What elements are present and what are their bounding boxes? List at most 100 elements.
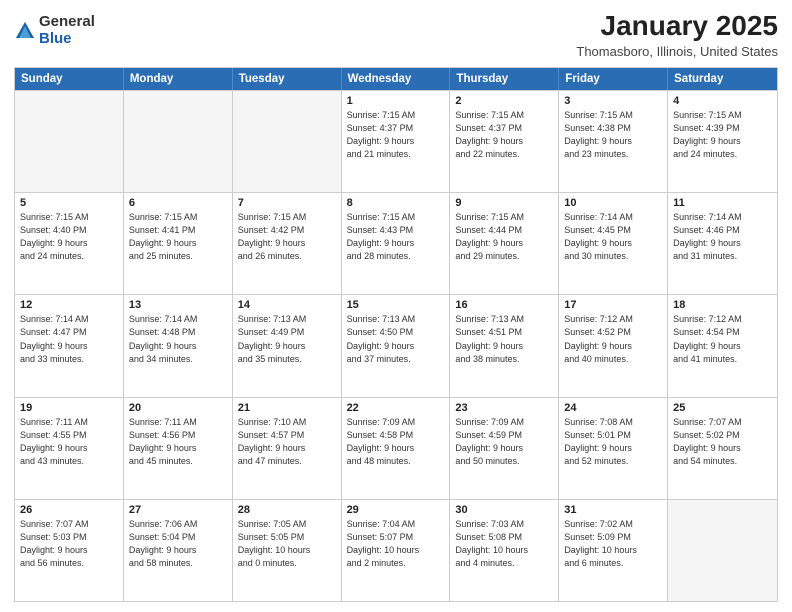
- cal-cell: 27 Sunrise: 7:06 AM Sunset: 5:04 PM Dayli…: [124, 500, 233, 601]
- header-friday: Friday: [559, 68, 668, 90]
- cell-info: Sunrise: 7:15 AM Sunset: 4:41 PM Dayligh…: [129, 211, 227, 263]
- cell-info: Sunrise: 7:13 AM Sunset: 4:49 PM Dayligh…: [238, 313, 336, 365]
- header-saturday: Saturday: [668, 68, 777, 90]
- cal-cell: 31Sunrise: 7:02 AM Sunset: 5:09 PM Dayli…: [559, 500, 668, 601]
- cal-cell: [233, 91, 342, 192]
- day-number: 22: [347, 402, 445, 414]
- cell-info: Sunrise: 7:15 AM Sunset: 4:37 PM Dayligh…: [347, 109, 445, 161]
- day-number: 17: [564, 299, 662, 311]
- main-title: January 2025: [576, 10, 778, 42]
- logo-icon: [14, 20, 36, 42]
- day-number: 8: [347, 197, 445, 209]
- cal-cell: 2Sunrise: 7:15 AM Sunset: 4:37 PM Daylig…: [450, 91, 559, 192]
- day-number: 20: [129, 402, 227, 414]
- cal-cell: [124, 91, 233, 192]
- cell-info: Sunrise: 7:02 AM Sunset: 5:09 PM Dayligh…: [564, 518, 662, 570]
- cal-cell: 13 Sunrise: 7:14 AM Sunset: 4:48 PM Dayli…: [124, 295, 233, 396]
- cal-cell: 3 Sunrise: 7:15 AM Sunset: 4:38 PM Daylig…: [559, 91, 668, 192]
- cell-info: Sunrise: 7:14 AM Sunset: 4:48 PM Dayligh…: [129, 313, 227, 365]
- cell-info: Sunrise: 7:09 AM Sunset: 4:59 PM Dayligh…: [455, 416, 553, 468]
- logo-general: General: [39, 14, 95, 31]
- cal-cell: 26Sunrise: 7:07 AM Sunset: 5:03 PM Dayli…: [15, 500, 124, 601]
- title-block: January 2025 Thomasboro, Illinois, Unite…: [576, 10, 778, 59]
- day-number: 4: [673, 95, 772, 107]
- cell-info: Sunrise: 7:03 AM Sunset: 5:08 PM Dayligh…: [455, 518, 553, 570]
- cal-cell: 19 Sunrise: 7:11 AM Sunset: 4:55 PM Dayli…: [15, 398, 124, 499]
- cell-info: Sunrise: 7:15 AM Sunset: 4:44 PM Dayligh…: [455, 211, 553, 263]
- cell-info: Sunrise: 7:14 AM Sunset: 4:45 PM Dayligh…: [564, 211, 662, 263]
- cal-cell: 8 Sunrise: 7:15 AM Sunset: 4:43 PM Daylig…: [342, 193, 451, 294]
- header-thursday: Thursday: [450, 68, 559, 90]
- logo: General Blue: [14, 14, 95, 47]
- subtitle: Thomasboro, Illinois, United States: [576, 44, 778, 59]
- page-container: General Blue January 2025 Thomasboro, Il…: [0, 0, 792, 612]
- day-number: 7: [238, 197, 336, 209]
- calendar: Sunday Monday Tuesday Wednesday Thursday…: [14, 67, 778, 602]
- cal-row-3: 19 Sunrise: 7:11 AM Sunset: 4:55 PM Dayli…: [15, 397, 777, 499]
- header: General Blue January 2025 Thomasboro, Il…: [14, 10, 778, 59]
- cell-info: Sunrise: 7:13 AM Sunset: 4:50 PM Dayligh…: [347, 313, 445, 365]
- cell-info: Sunrise: 7:14 AM Sunset: 4:46 PM Dayligh…: [673, 211, 772, 263]
- cal-cell: 20Sunrise: 7:11 AM Sunset: 4:56 PM Dayli…: [124, 398, 233, 499]
- day-number: 23: [455, 402, 553, 414]
- cell-info: Sunrise: 7:09 AM Sunset: 4:58 PM Dayligh…: [347, 416, 445, 468]
- day-number: 28: [238, 504, 336, 516]
- day-number: 12: [20, 299, 118, 311]
- day-number: 10: [564, 197, 662, 209]
- day-number: 9: [455, 197, 553, 209]
- cell-info: Sunrise: 7:15 AM Sunset: 4:43 PM Dayligh…: [347, 211, 445, 263]
- cal-row-0: 1 Sunrise: 7:15 AM Sunset: 4:37 PM Daylig…: [15, 90, 777, 192]
- calendar-body: 1 Sunrise: 7:15 AM Sunset: 4:37 PM Daylig…: [15, 90, 777, 601]
- header-monday: Monday: [124, 68, 233, 90]
- day-number: 16: [455, 299, 553, 311]
- cal-cell: 16 Sunrise: 7:13 AM Sunset: 4:51 PM Dayli…: [450, 295, 559, 396]
- cell-info: Sunrise: 7:10 AM Sunset: 4:57 PM Dayligh…: [238, 416, 336, 468]
- day-number: 19: [20, 402, 118, 414]
- day-number: 15: [347, 299, 445, 311]
- day-number: 18: [673, 299, 772, 311]
- cell-info: Sunrise: 7:05 AM Sunset: 5:05 PM Dayligh…: [238, 518, 336, 570]
- cell-info: Sunrise: 7:12 AM Sunset: 4:54 PM Dayligh…: [673, 313, 772, 365]
- cal-row-2: 12Sunrise: 7:14 AM Sunset: 4:47 PM Dayli…: [15, 294, 777, 396]
- cal-cell: 23 Sunrise: 7:09 AM Sunset: 4:59 PM Dayli…: [450, 398, 559, 499]
- header-wednesday: Wednesday: [342, 68, 451, 90]
- cal-cell: 4 Sunrise: 7:15 AM Sunset: 4:39 PM Daylig…: [668, 91, 777, 192]
- day-number: 1: [347, 95, 445, 107]
- cell-info: Sunrise: 7:12 AM Sunset: 4:52 PM Dayligh…: [564, 313, 662, 365]
- day-number: 5: [20, 197, 118, 209]
- day-number: 25: [673, 402, 772, 414]
- cell-info: Sunrise: 7:15 AM Sunset: 4:37 PM Dayligh…: [455, 109, 553, 161]
- cal-cell: 18 Sunrise: 7:12 AM Sunset: 4:54 PM Dayli…: [668, 295, 777, 396]
- cal-cell: 21 Sunrise: 7:10 AM Sunset: 4:57 PM Dayli…: [233, 398, 342, 499]
- cal-cell: 7 Sunrise: 7:15 AM Sunset: 4:42 PM Daylig…: [233, 193, 342, 294]
- cal-cell: 10 Sunrise: 7:14 AM Sunset: 4:45 PM Dayli…: [559, 193, 668, 294]
- day-number: 24: [564, 402, 662, 414]
- cal-cell: 17 Sunrise: 7:12 AM Sunset: 4:52 PM Dayli…: [559, 295, 668, 396]
- cell-info: Sunrise: 7:06 AM Sunset: 5:04 PM Dayligh…: [129, 518, 227, 570]
- cal-cell: 14Sunrise: 7:13 AM Sunset: 4:49 PM Dayli…: [233, 295, 342, 396]
- day-number: 21: [238, 402, 336, 414]
- cell-info: Sunrise: 7:15 AM Sunset: 4:42 PM Dayligh…: [238, 211, 336, 263]
- day-number: 13: [129, 299, 227, 311]
- cal-row-4: 26Sunrise: 7:07 AM Sunset: 5:03 PM Dayli…: [15, 499, 777, 601]
- cal-cell: 6 Sunrise: 7:15 AM Sunset: 4:41 PM Daylig…: [124, 193, 233, 294]
- cal-cell: 1 Sunrise: 7:15 AM Sunset: 4:37 PM Daylig…: [342, 91, 451, 192]
- cell-info: Sunrise: 7:04 AM Sunset: 5:07 PM Dayligh…: [347, 518, 445, 570]
- calendar-header: Sunday Monday Tuesday Wednesday Thursday…: [15, 68, 777, 90]
- cal-row-1: 5 Sunrise: 7:15 AM Sunset: 4:40 PM Daylig…: [15, 192, 777, 294]
- cell-info: Sunrise: 7:15 AM Sunset: 4:39 PM Dayligh…: [673, 109, 772, 161]
- cell-info: Sunrise: 7:15 AM Sunset: 4:40 PM Dayligh…: [20, 211, 118, 263]
- day-number: 29: [347, 504, 445, 516]
- cal-cell: 22 Sunrise: 7:09 AM Sunset: 4:58 PM Dayli…: [342, 398, 451, 499]
- cell-info: Sunrise: 7:15 AM Sunset: 4:38 PM Dayligh…: [564, 109, 662, 161]
- day-number: 3: [564, 95, 662, 107]
- day-number: 6: [129, 197, 227, 209]
- cell-info: Sunrise: 7:13 AM Sunset: 4:51 PM Dayligh…: [455, 313, 553, 365]
- cell-info: Sunrise: 7:11 AM Sunset: 4:55 PM Dayligh…: [20, 416, 118, 468]
- cal-cell: 30Sunrise: 7:03 AM Sunset: 5:08 PM Dayli…: [450, 500, 559, 601]
- cal-cell: [15, 91, 124, 192]
- header-tuesday: Tuesday: [233, 68, 342, 90]
- logo-blue: Blue: [39, 31, 95, 48]
- day-number: 27: [129, 504, 227, 516]
- day-number: 26: [20, 504, 118, 516]
